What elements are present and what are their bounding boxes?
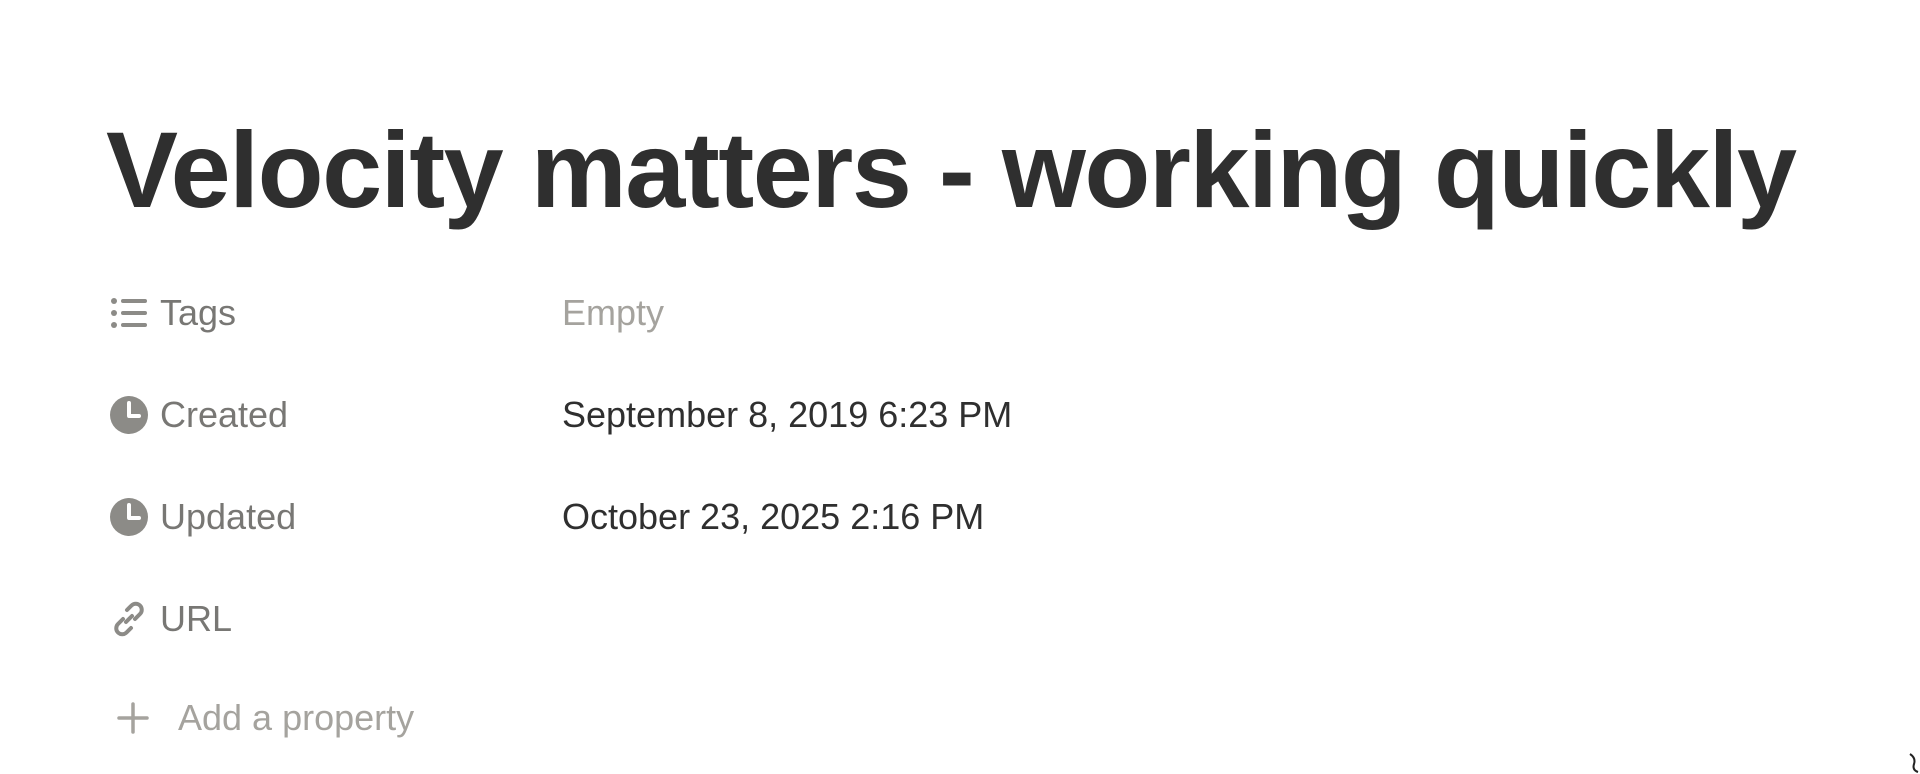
property-name-created[interactable]: Created <box>108 394 562 436</box>
property-value-tags[interactable]: Empty <box>562 283 1508 343</box>
add-property-label: Add a property <box>178 697 415 738</box>
mouse-cursor-icon <box>1908 752 1920 774</box>
property-name-tags[interactable]: Tags <box>108 292 562 334</box>
property-label-tags: Tags <box>160 292 237 333</box>
clock-icon <box>108 496 150 538</box>
property-name-updated[interactable]: Updated <box>108 496 562 538</box>
page: Velocity matters - working quickly Tags <box>0 0 1920 774</box>
list-icon <box>108 292 150 334</box>
property-value-updated: October 23, 2025 2:16 PM <box>562 496 985 537</box>
property-label-url: URL <box>160 598 233 639</box>
properties-list: Tags Empty Created September 8, 2019 6:2… <box>108 262 1508 766</box>
page-title[interactable]: Velocity matters - working quickly <box>106 108 1797 232</box>
link-icon <box>108 598 150 640</box>
property-row-url[interactable]: URL <box>108 568 1508 670</box>
property-name-url[interactable]: URL <box>108 598 562 640</box>
property-value-created: September 8, 2019 6:23 PM <box>562 394 1013 435</box>
property-row-created[interactable]: Created September 8, 2019 6:23 PM <box>108 364 1508 466</box>
property-label-created: Created <box>160 394 289 435</box>
property-value-url[interactable] <box>562 589 1508 649</box>
clock-icon <box>108 394 150 436</box>
property-row-updated[interactable]: Updated October 23, 2025 2:16 PM <box>108 466 1508 568</box>
property-label-updated: Updated <box>160 496 297 537</box>
add-property-button[interactable]: Add a property <box>108 670 1508 766</box>
property-row-tags[interactable]: Tags Empty <box>108 262 1508 364</box>
plus-icon <box>108 697 158 739</box>
